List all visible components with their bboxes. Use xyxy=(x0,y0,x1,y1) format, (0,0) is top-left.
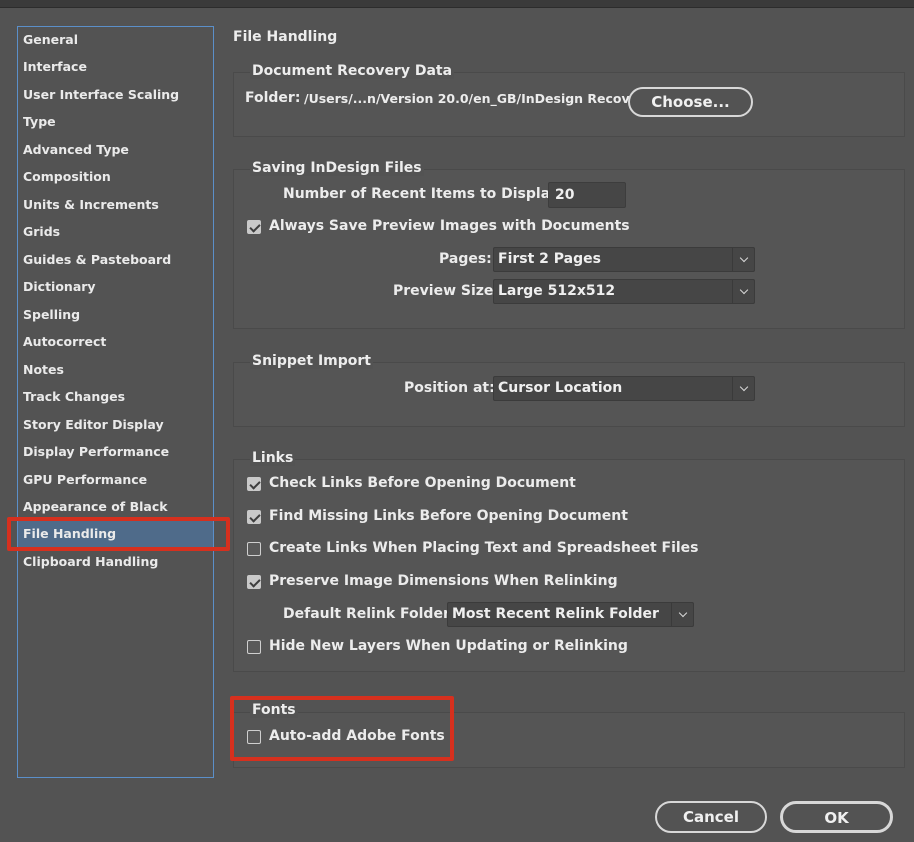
sidebar-item-appearance-of-black[interactable]: Appearance of Black xyxy=(18,494,213,520)
chevron-down-icon xyxy=(732,280,754,303)
preferences-sidebar: General Interface User Interface Scaling… xyxy=(17,26,214,778)
position-at-select[interactable]: Cursor Location xyxy=(493,376,755,401)
saving-group-title: Saving InDesign Files xyxy=(250,160,424,176)
preserve-dimensions-checkbox[interactable] xyxy=(247,575,261,589)
sidebar-item-general[interactable]: General xyxy=(18,27,213,53)
cancel-button[interactable]: Cancel xyxy=(655,801,767,833)
check-links-label: Check Links Before Opening Document xyxy=(269,475,576,491)
sidebar-item-autocorrect[interactable]: Autocorrect xyxy=(18,329,213,355)
chevron-down-icon xyxy=(671,603,693,626)
check-links-checkbox[interactable] xyxy=(247,477,261,491)
sidebar-item-clipboard-handling[interactable]: Clipboard Handling xyxy=(18,549,213,575)
snippet-group-title: Snippet Import xyxy=(250,353,373,369)
recent-items-label: Number of Recent Items to Display: xyxy=(283,186,565,202)
sidebar-item-display-performance[interactable]: Display Performance xyxy=(18,439,213,465)
preserve-dimensions-label: Preserve Image Dimensions When Relinking xyxy=(269,573,618,589)
window-top-strip xyxy=(0,0,914,8)
sidebar-item-file-handling[interactable]: File Handling xyxy=(18,521,213,547)
position-at-select-value: Cursor Location xyxy=(498,380,623,396)
recovery-group-title: Document Recovery Data xyxy=(250,63,455,79)
page-title: File Handling xyxy=(233,29,338,45)
sidebar-item-guides-pasteboard[interactable]: Guides & Pasteboard xyxy=(18,247,213,273)
find-missing-links-label: Find Missing Links Before Opening Docume… xyxy=(269,508,628,524)
preview-size-label: Preview Size: xyxy=(393,283,500,299)
preview-size-select-value: Large 512x512 xyxy=(498,283,616,299)
find-missing-links-checkbox[interactable] xyxy=(247,510,261,524)
hide-new-layers-checkbox[interactable] xyxy=(247,640,261,654)
position-at-label: Position at: xyxy=(404,380,495,396)
links-group-title: Links xyxy=(250,450,296,466)
sidebar-item-advanced-type[interactable]: Advanced Type xyxy=(18,137,213,163)
folder-label: Folder: xyxy=(245,90,301,106)
create-links-label: Create Links When Placing Text and Sprea… xyxy=(269,540,699,556)
auto-add-fonts-label: Auto-add Adobe Fonts xyxy=(269,728,445,744)
save-preview-label: Always Save Preview Images with Document… xyxy=(269,218,630,234)
save-preview-checkbox[interactable] xyxy=(247,220,261,234)
sidebar-item-composition[interactable]: Composition xyxy=(18,164,213,190)
sidebar-item-type[interactable]: Type xyxy=(18,109,213,135)
sidebar-item-story-editor-display[interactable]: Story Editor Display xyxy=(18,412,213,438)
sidebar-item-grids[interactable]: Grids xyxy=(18,219,213,245)
default-relink-folder-label: Default Relink Folder: xyxy=(283,606,456,622)
default-relink-folder-value: Most Recent Relink Folder xyxy=(452,606,659,622)
chevron-down-icon xyxy=(732,377,754,400)
preview-size-select[interactable]: Large 512x512 xyxy=(493,279,755,304)
auto-add-fonts-checkbox[interactable] xyxy=(247,730,261,744)
sidebar-item-units-increments[interactable]: Units & Increments xyxy=(18,192,213,218)
sidebar-item-track-changes[interactable]: Track Changes xyxy=(18,384,213,410)
choose-button[interactable]: Choose... xyxy=(628,87,753,117)
pages-select[interactable]: First 2 Pages xyxy=(493,247,755,272)
sidebar-item-gpu-performance[interactable]: GPU Performance xyxy=(18,467,213,493)
sidebar-item-dictionary[interactable]: Dictionary xyxy=(18,274,213,300)
chevron-down-icon xyxy=(732,248,754,271)
recent-items-input[interactable]: 20 xyxy=(548,182,626,208)
sidebar-item-notes[interactable]: Notes xyxy=(18,357,213,383)
sidebar-item-interface[interactable]: Interface xyxy=(18,54,213,80)
folder-path: /Users/...n/Version 20.0/en_GB/InDesign … xyxy=(304,91,653,106)
default-relink-folder-select[interactable]: Most Recent Relink Folder xyxy=(447,602,694,627)
pages-select-value: First 2 Pages xyxy=(498,251,601,267)
sidebar-item-user-interface-scaling[interactable]: User Interface Scaling xyxy=(18,82,213,108)
hide-new-layers-label: Hide New Layers When Updating or Relinki… xyxy=(269,638,628,654)
pages-label: Pages: xyxy=(439,251,492,267)
fonts-group-title: Fonts xyxy=(250,702,298,718)
sidebar-item-spelling[interactable]: Spelling xyxy=(18,302,213,328)
create-links-checkbox[interactable] xyxy=(247,542,261,556)
ok-button[interactable]: OK xyxy=(780,801,893,833)
